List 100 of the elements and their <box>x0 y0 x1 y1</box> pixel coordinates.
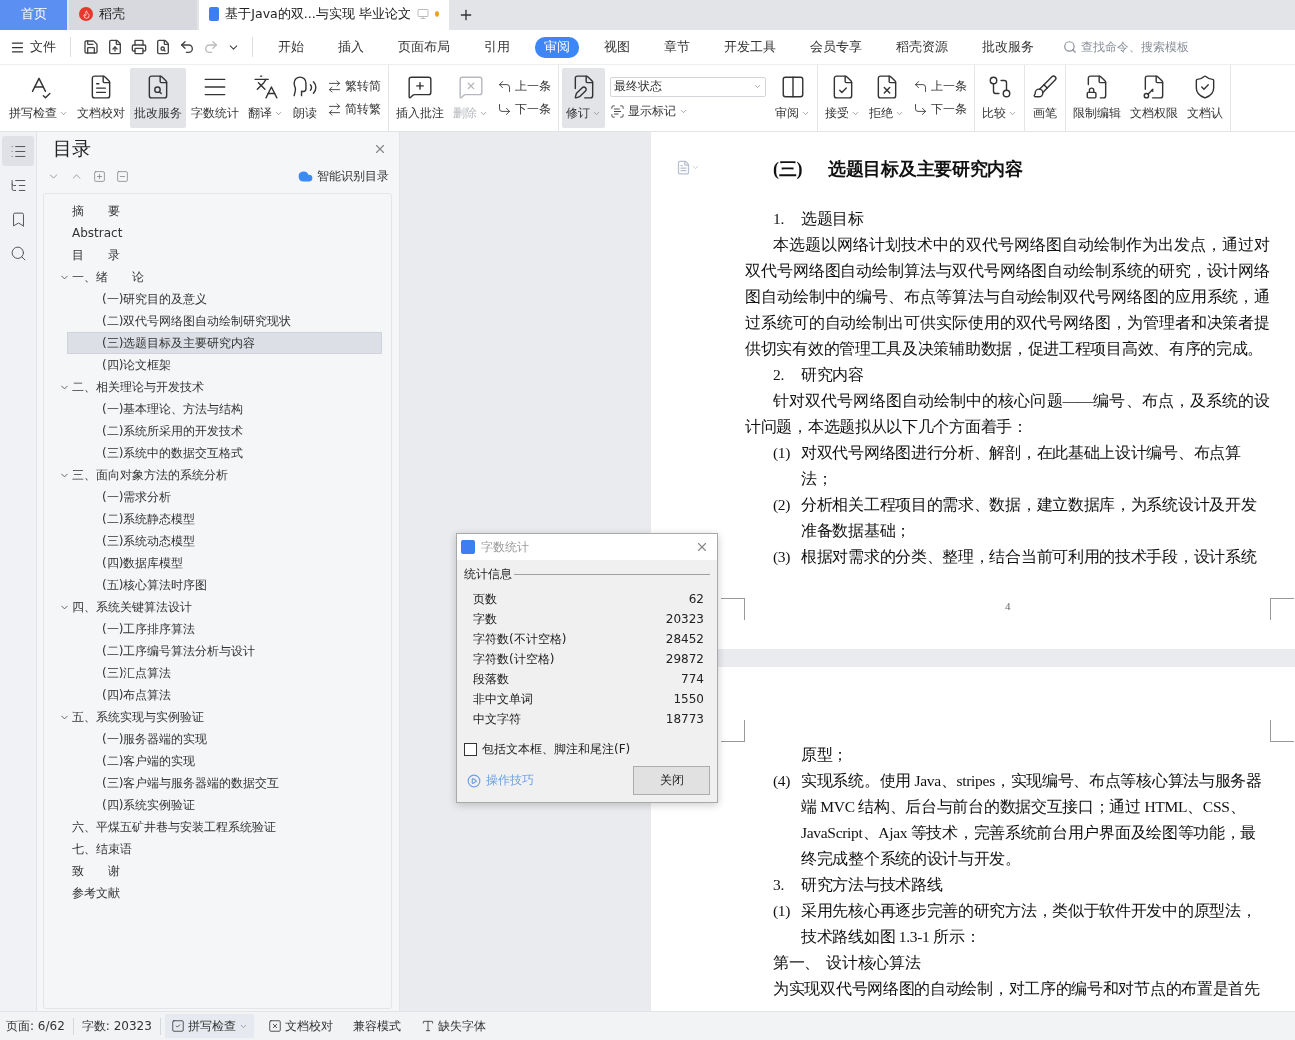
close-button[interactable]: 关闭 <box>633 766 710 795</box>
ribbon-button[interactable]: 字数统计 <box>187 68 243 128</box>
toc-item[interactable]: 致 谢 <box>44 860 391 882</box>
corner-arrow-icon <box>497 102 512 117</box>
document-tab[interactable]: 基于Java的双...与实现 毕业论文 <box>199 0 449 30</box>
toc-item[interactable]: 一、绪 论 <box>44 266 391 288</box>
ribbon-button[interactable]: 拒绝 <box>865 68 908 128</box>
toc-item[interactable]: 参考文献 <box>44 882 391 904</box>
ribbon-button[interactable]: 画笔 <box>1028 68 1062 128</box>
toc-item[interactable]: 二、相关理论与开发技术 <box>44 376 391 398</box>
toc-item[interactable]: (四)数据库模型 <box>67 552 382 574</box>
print-icon[interactable] <box>131 39 147 55</box>
ribbon-tab[interactable]: 开发工具 <box>715 36 785 58</box>
toc-item[interactable]: (五)核心算法时序图 <box>67 574 382 596</box>
toc-item[interactable]: Abstract <box>44 222 391 244</box>
toc-item[interactable]: (三)汇点算法 <box>67 662 382 684</box>
status-button[interactable]: 文档校对 <box>261 1014 339 1038</box>
markup-state-select[interactable]: 最终状态 <box>610 76 766 97</box>
ribbon-tab[interactable]: 审阅 <box>535 36 579 58</box>
ribbon-tab[interactable]: 视图 <box>595 36 639 58</box>
toc-item[interactable]: (三)系统动态模型 <box>67 530 382 552</box>
ribbon-button[interactable]: 修订 <box>562 68 605 128</box>
ribbon-button[interactable]: 比较 <box>978 68 1021 128</box>
toc-item[interactable]: 六、平煤五矿井巷与安装工程系统验证 <box>44 816 391 838</box>
smart-toc-button[interactable]: 智能识别目录 <box>298 168 389 185</box>
toc-item[interactable]: (四)布点算法 <box>67 684 382 706</box>
undo-icon[interactable] <box>179 39 195 55</box>
ribbon-tab[interactable]: 页面布局 <box>389 36 459 58</box>
toc-item[interactable]: (一)需求分析 <box>67 486 382 508</box>
ribbon-small-button[interactable]: 简转繁 <box>327 101 381 118</box>
toc-item[interactable]: (一)研究目的及意义 <box>67 288 382 310</box>
ribbon-button[interactable]: 批改服务 <box>130 68 186 128</box>
ribbon-tab[interactable]: 章节 <box>655 36 699 58</box>
document-tab[interactable]: 稻壳 <box>69 0 197 30</box>
ribbon-button[interactable]: 文档认 <box>1183 68 1227 128</box>
toc-item[interactable]: 摘 要 <box>44 200 391 222</box>
export-icon[interactable] <box>107 39 123 55</box>
ribbon-tab[interactable]: 引用 <box>475 36 519 58</box>
ribbon-small-button[interactable]: 上一条 <box>497 78 551 95</box>
list-text: 研究内容 <box>801 365 864 385</box>
translate-icon <box>252 74 279 100</box>
close-icon[interactable] <box>373 142 387 156</box>
save-icon[interactable] <box>83 39 99 55</box>
ribbon-button[interactable]: 接受 <box>821 68 864 128</box>
stat-label: 字符数(不计空格) <box>473 630 567 648</box>
toc-item[interactable]: 四、系统关键算法设计 <box>44 596 391 618</box>
toc-item[interactable]: (四)论文框架 <box>67 354 382 376</box>
list-panel-button[interactable] <box>2 136 34 166</box>
ribbon-small-button[interactable]: 繁转简 <box>327 78 381 95</box>
ribbon-tab[interactable]: 开始 <box>269 36 313 58</box>
ribbon-button[interactable]: 文档校对 <box>73 68 129 128</box>
toc-item[interactable]: 七、结束语 <box>44 838 391 860</box>
redo-icon[interactable] <box>203 39 219 55</box>
toc-item[interactable]: (一)工序排序算法 <box>67 618 382 640</box>
ribbon-button[interactable]: 审阅 <box>771 68 814 128</box>
ribbon-tab[interactable]: 会员专享 <box>801 36 871 58</box>
toc-item[interactable]: (二)工序编号算法分析与设计 <box>67 640 382 662</box>
toc-item[interactable]: (三)客户端与服务器端的数据交互 <box>67 772 382 794</box>
ribbon-small-button[interactable]: 显示标记 <box>610 102 766 120</box>
document-icon[interactable] <box>676 160 700 175</box>
plus-icon[interactable] <box>458 7 474 23</box>
caret-icon <box>895 109 904 118</box>
ribbon-small-button[interactable]: 上一条 <box>913 78 967 95</box>
toc-item[interactable]: (四)系统实例验证 <box>67 794 382 816</box>
toc-item[interactable]: (二)系统静态模型 <box>67 508 382 530</box>
file-menu-button[interactable]: 文件 <box>8 38 62 56</box>
toc-item[interactable]: (三)选题目标及主要研究内容 <box>67 332 382 354</box>
ribbon-button[interactable]: 文档权限 <box>1126 68 1182 128</box>
page-number: 4 <box>1003 599 1012 614</box>
ribbon-small-button[interactable]: 下一条 <box>497 101 551 118</box>
ribbon-button[interactable]: 朗读 <box>288 68 322 128</box>
toc-item[interactable]: 五、系统实现与实例验证 <box>44 706 391 728</box>
toc-item[interactable]: (一)服务器端的实现 <box>67 728 382 750</box>
preview-icon[interactable] <box>155 39 171 55</box>
ribbon-tab[interactable]: 稻壳资源 <box>887 36 957 58</box>
stat-label: 非中文单词 <box>473 690 533 708</box>
close-icon[interactable] <box>695 540 709 554</box>
ribbon-small-button[interactable]: 下一条 <box>913 101 967 118</box>
toc-item[interactable]: (三)系统中的数据交互格式 <box>67 442 382 464</box>
status-button[interactable]: 拼写检查 <box>164 1014 254 1038</box>
toc-item[interactable]: (二)系统所采用的开发技术 <box>67 420 382 442</box>
toc-item[interactable]: (一)基本理论、方法与结构 <box>67 398 382 420</box>
toc-item[interactable]: (二)客户端的实现 <box>67 750 382 772</box>
toc-item[interactable]: 目 录 <box>44 244 391 266</box>
ribbon-button[interactable]: 插入批注 <box>392 68 448 128</box>
checkbox[interactable] <box>464 743 477 756</box>
toc-item[interactable]: (二)双代号网络图自动绘制研究现状 <box>67 310 382 332</box>
play-circle-icon <box>467 773 481 788</box>
word-count: 字数: 20323 <box>79 1017 161 1035</box>
ribbon-button[interactable]: 限制编辑 <box>1069 68 1125 128</box>
plus-icon[interactable] <box>93 170 106 183</box>
status-button[interactable]: 缺失字体 <box>414 1014 492 1038</box>
minus-icon[interactable] <box>116 170 129 183</box>
ribbon-tab[interactable]: 插入 <box>329 36 373 58</box>
toc-item[interactable]: 三、面向对象方法的系统分析 <box>44 464 391 486</box>
ribbon-button[interactable]: 翻译 <box>244 68 287 128</box>
ribbon-button[interactable]: 拼写检查 <box>5 68 72 128</box>
status-button[interactable]: 兼容模式 <box>346 1014 407 1038</box>
ribbon-tab[interactable]: 批改服务 <box>973 36 1043 58</box>
list-number: 2. <box>773 365 786 385</box>
